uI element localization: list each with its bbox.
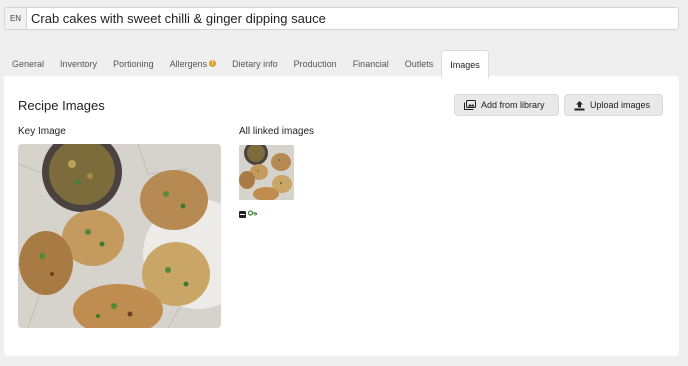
tab-general[interactable]: General [4, 50, 52, 77]
language-badge[interactable]: EN [5, 8, 27, 29]
key-image[interactable] [18, 144, 221, 328]
key-icon[interactable] [247, 205, 258, 223]
tab-images-label: Images [450, 59, 480, 70]
tab-allergens-label: Allergens [169, 58, 208, 69]
recipe-title-bar: EN [4, 7, 679, 30]
panel-title: Recipe Images [18, 98, 105, 113]
tab-outlets[interactable]: Outlets [397, 50, 442, 77]
upload-images-button[interactable]: Upload images [564, 94, 663, 116]
recipe-name-input[interactable] [27, 8, 678, 29]
key-image-marker-icon[interactable] [239, 210, 246, 218]
upload-icon [574, 100, 585, 111]
tab-production[interactable]: Production [286, 50, 345, 77]
tab-portioning-label: Portioning [113, 58, 154, 69]
tab-inventory[interactable]: Inventory [52, 50, 105, 77]
tab-production-label: Production [293, 58, 337, 69]
tab-financial[interactable]: Financial [345, 50, 397, 77]
tab-portioning[interactable]: Portioning [105, 50, 162, 77]
linked-image-thumbnail[interactable] [239, 145, 294, 200]
tab-inventory-label: Inventory [60, 58, 98, 69]
add-from-library-button[interactable]: Add from library [454, 94, 559, 116]
all-linked-images-label: All linked images [239, 126, 315, 137]
thumbnail-actions [239, 205, 258, 223]
tab-images[interactable]: Images [441, 50, 489, 78]
tab-outlets-label: Outlets [404, 58, 434, 69]
tab-bar: General Inventory Portioning Allergens! … [4, 50, 489, 78]
image-library-icon [464, 100, 476, 110]
tab-general-label: General [12, 58, 45, 69]
images-panel: Recipe Images Add from library Upload im… [4, 76, 679, 356]
tab-dietary-info[interactable]: Dietary info [224, 50, 286, 77]
upload-images-label: Upload images [590, 100, 651, 110]
add-from-library-label: Add from library [481, 100, 545, 110]
warning-icon: ! [209, 60, 217, 67]
tab-dietary-info-label: Dietary info [232, 58, 278, 69]
key-image-label: Key Image [18, 126, 66, 137]
tab-financial-label: Financial [352, 58, 389, 69]
tab-allergens[interactable]: Allergens! [162, 50, 225, 77]
